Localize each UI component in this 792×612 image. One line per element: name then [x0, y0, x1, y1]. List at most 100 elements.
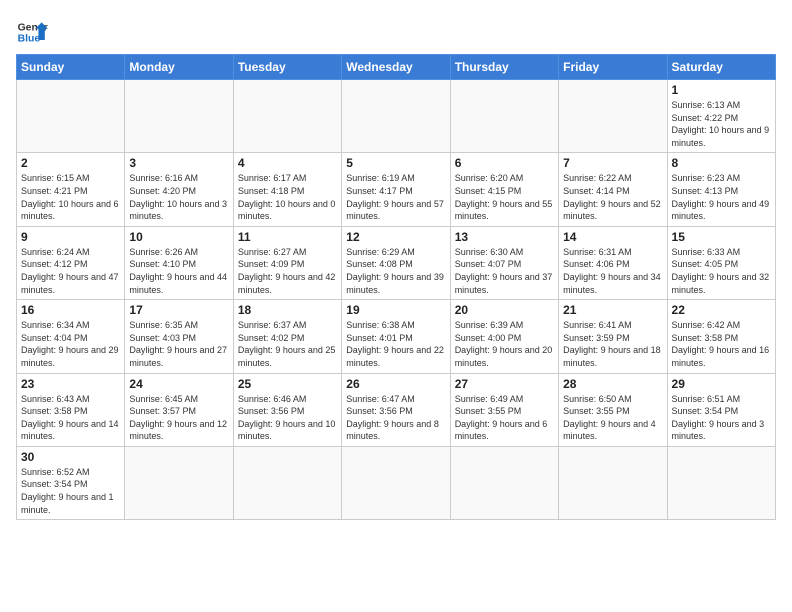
week-row-1: 1 Sunrise: 6:13 AM Sunset: 4:22 PM Daylig… — [17, 80, 776, 153]
day-number: 30 — [21, 450, 120, 464]
day-info: Sunrise: 6:38 AM Sunset: 4:01 PM Dayligh… — [346, 319, 445, 369]
day-cell: 26 Sunrise: 6:47 AM Sunset: 3:56 PM Dayli… — [342, 373, 450, 446]
day-info: Sunrise: 6:51 AM Sunset: 3:54 PM Dayligh… — [672, 393, 771, 443]
day-info: Sunrise: 6:50 AM Sunset: 3:55 PM Dayligh… — [563, 393, 662, 443]
logo: General Blue — [16, 16, 48, 48]
day-number: 6 — [455, 156, 554, 170]
day-cell: 16 Sunrise: 6:34 AM Sunset: 4:04 PM Dayli… — [17, 300, 125, 373]
day-cell: 27 Sunrise: 6:49 AM Sunset: 3:55 PM Dayli… — [450, 373, 558, 446]
header: General Blue — [16, 16, 776, 48]
day-number: 2 — [21, 156, 120, 170]
day-cell: 11Sunrise: 6:27 AM Sunset: 4:09 PM Dayli… — [233, 226, 341, 299]
day-cell: 30Sunrise: 6:52 AM Sunset: 3:54 PM Dayli… — [17, 446, 125, 519]
day-cell: 29Sunrise: 6:51 AM Sunset: 3:54 PM Dayli… — [667, 373, 775, 446]
day-cell: 24Sunrise: 6:45 AM Sunset: 3:57 PM Dayli… — [125, 373, 233, 446]
weekday-header-saturday: Saturday — [667, 55, 775, 80]
svg-text:Blue: Blue — [18, 34, 41, 45]
weekday-header-tuesday: Tuesday — [233, 55, 341, 80]
day-cell — [125, 446, 233, 519]
day-cell: 8 Sunrise: 6:23 AM Sunset: 4:13 PM Daylig… — [667, 153, 775, 226]
day-info: Sunrise: 6:49 AM Sunset: 3:55 PM Dayligh… — [455, 393, 554, 443]
day-cell: 18 Sunrise: 6:37 AM Sunset: 4:02 PM Dayli… — [233, 300, 341, 373]
day-cell: 9Sunrise: 6:24 AM Sunset: 4:12 PM Daylig… — [17, 226, 125, 299]
day-cell — [342, 80, 450, 153]
day-info: Sunrise: 6:42 AM Sunset: 3:58 PM Dayligh… — [672, 319, 771, 369]
day-cell — [342, 446, 450, 519]
day-info: Sunrise: 6:30 AM Sunset: 4:07 PM Dayligh… — [455, 246, 554, 296]
day-cell — [667, 446, 775, 519]
day-cell: 22 Sunrise: 6:42 AM Sunset: 3:58 PM Dayli… — [667, 300, 775, 373]
weekday-header-row: SundayMondayTuesdayWednesdayThursdayFrid… — [17, 55, 776, 80]
day-number: 27 — [455, 377, 554, 391]
week-row-4: 16 Sunrise: 6:34 AM Sunset: 4:04 PM Dayli… — [17, 300, 776, 373]
week-row-6: 30Sunrise: 6:52 AM Sunset: 3:54 PM Dayli… — [17, 446, 776, 519]
day-info: Sunrise: 6:37 AM Sunset: 4:02 PM Dayligh… — [238, 319, 337, 369]
day-cell — [233, 446, 341, 519]
day-info: Sunrise: 6:41 AM Sunset: 3:59 PM Dayligh… — [563, 319, 662, 369]
day-cell: 28 Sunrise: 6:50 AM Sunset: 3:55 PM Dayli… — [559, 373, 667, 446]
day-cell — [233, 80, 341, 153]
day-cell: 3 Sunrise: 6:16 AM Sunset: 4:20 PM Daylig… — [125, 153, 233, 226]
day-cell: 23 Sunrise: 6:43 AM Sunset: 3:58 PM Dayli… — [17, 373, 125, 446]
day-cell: 5Sunrise: 6:19 AM Sunset: 4:17 PM Daylig… — [342, 153, 450, 226]
day-number: 23 — [21, 377, 120, 391]
day-info: Sunrise: 6:17 AM Sunset: 4:18 PM Dayligh… — [238, 172, 337, 222]
day-number: 17 — [129, 303, 228, 317]
weekday-header-monday: Monday — [125, 55, 233, 80]
day-cell: 2 Sunrise: 6:15 AM Sunset: 4:21 PM Daylig… — [17, 153, 125, 226]
day-number: 7 — [563, 156, 662, 170]
weekday-header-thursday: Thursday — [450, 55, 558, 80]
page: General Blue SundayMondayTuesdayWednesda… — [0, 0, 792, 612]
day-cell — [17, 80, 125, 153]
day-number: 4 — [238, 156, 337, 170]
weekday-header-wednesday: Wednesday — [342, 55, 450, 80]
day-info: Sunrise: 6:29 AM Sunset: 4:08 PM Dayligh… — [346, 246, 445, 296]
day-info: Sunrise: 6:39 AM Sunset: 4:00 PM Dayligh… — [455, 319, 554, 369]
day-number: 16 — [21, 303, 120, 317]
day-number: 13 — [455, 230, 554, 244]
day-info: Sunrise: 6:19 AM Sunset: 4:17 PM Dayligh… — [346, 172, 445, 222]
day-cell: 12 Sunrise: 6:29 AM Sunset: 4:08 PM Dayli… — [342, 226, 450, 299]
day-info: Sunrise: 6:15 AM Sunset: 4:21 PM Dayligh… — [21, 172, 120, 222]
day-number: 25 — [238, 377, 337, 391]
day-cell: 4 Sunrise: 6:17 AM Sunset: 4:18 PM Daylig… — [233, 153, 341, 226]
day-info: Sunrise: 6:47 AM Sunset: 3:56 PM Dayligh… — [346, 393, 445, 443]
day-number: 8 — [672, 156, 771, 170]
day-cell: 19 Sunrise: 6:38 AM Sunset: 4:01 PM Dayli… — [342, 300, 450, 373]
day-info: Sunrise: 6:34 AM Sunset: 4:04 PM Dayligh… — [21, 319, 120, 369]
day-number: 20 — [455, 303, 554, 317]
day-info: Sunrise: 6:24 AM Sunset: 4:12 PM Dayligh… — [21, 246, 120, 296]
day-info: Sunrise: 6:43 AM Sunset: 3:58 PM Dayligh… — [21, 393, 120, 443]
day-info: Sunrise: 6:13 AM Sunset: 4:22 PM Dayligh… — [672, 99, 771, 149]
day-number: 11 — [238, 230, 337, 244]
weekday-header-friday: Friday — [559, 55, 667, 80]
day-cell: 1 Sunrise: 6:13 AM Sunset: 4:22 PM Daylig… — [667, 80, 775, 153]
day-number: 28 — [563, 377, 662, 391]
day-cell: 6 Sunrise: 6:20 AM Sunset: 4:15 PM Daylig… — [450, 153, 558, 226]
day-info: Sunrise: 6:31 AM Sunset: 4:06 PM Dayligh… — [563, 246, 662, 296]
day-number: 19 — [346, 303, 445, 317]
day-number: 10 — [129, 230, 228, 244]
day-number: 18 — [238, 303, 337, 317]
day-number: 26 — [346, 377, 445, 391]
day-info: Sunrise: 6:45 AM Sunset: 3:57 PM Dayligh… — [129, 393, 228, 443]
day-info: Sunrise: 6:16 AM Sunset: 4:20 PM Dayligh… — [129, 172, 228, 222]
day-cell: 20 Sunrise: 6:39 AM Sunset: 4:00 PM Dayli… — [450, 300, 558, 373]
day-cell: 25 Sunrise: 6:46 AM Sunset: 3:56 PM Dayli… — [233, 373, 341, 446]
day-info: Sunrise: 6:20 AM Sunset: 4:15 PM Dayligh… — [455, 172, 554, 222]
day-cell — [559, 80, 667, 153]
day-info: Sunrise: 6:23 AM Sunset: 4:13 PM Dayligh… — [672, 172, 771, 222]
weekday-header-sunday: Sunday — [17, 55, 125, 80]
day-number: 1 — [672, 83, 771, 97]
day-info: Sunrise: 6:46 AM Sunset: 3:56 PM Dayligh… — [238, 393, 337, 443]
day-cell — [559, 446, 667, 519]
day-number: 12 — [346, 230, 445, 244]
day-number: 22 — [672, 303, 771, 317]
day-cell: 10Sunrise: 6:26 AM Sunset: 4:10 PM Dayli… — [125, 226, 233, 299]
day-number: 3 — [129, 156, 228, 170]
day-info: Sunrise: 6:35 AM Sunset: 4:03 PM Dayligh… — [129, 319, 228, 369]
calendar-table: SundayMondayTuesdayWednesdayThursdayFrid… — [16, 54, 776, 520]
day-cell: 17 Sunrise: 6:35 AM Sunset: 4:03 PM Dayli… — [125, 300, 233, 373]
day-cell: 13 Sunrise: 6:30 AM Sunset: 4:07 PM Dayli… — [450, 226, 558, 299]
day-cell — [125, 80, 233, 153]
